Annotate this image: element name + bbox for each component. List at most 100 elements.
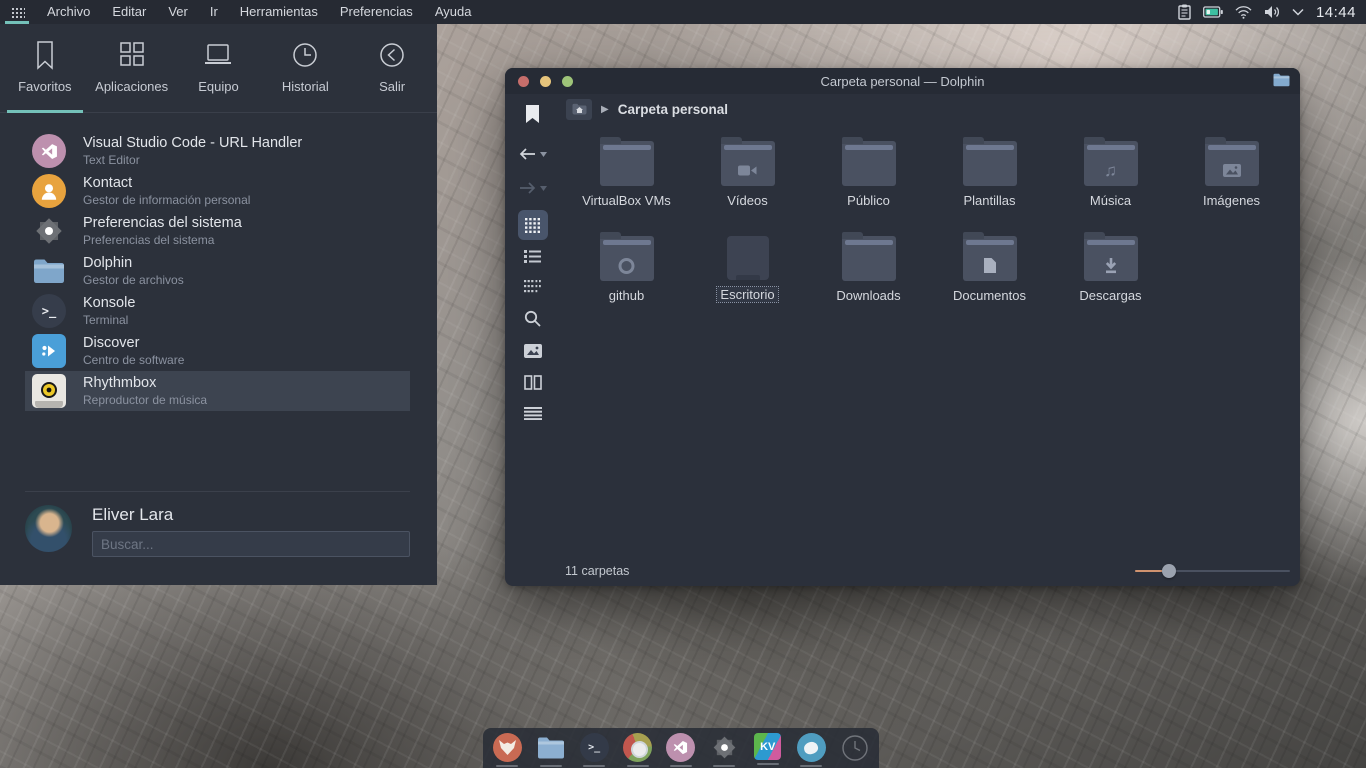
list-item-vscode[interactable]: Visual Studio Code - URL Handler Text Ed…	[25, 131, 410, 171]
menu-herramientas[interactable]: Herramientas	[229, 0, 329, 24]
folder-publico[interactable]: Público	[808, 138, 929, 233]
clock[interactable]: 14:44	[1316, 4, 1356, 21]
zoom-slider[interactable]	[1135, 556, 1290, 586]
app-desc: Preferencias del sistema	[83, 233, 242, 248]
menu-ayuda[interactable]: Ayuda	[424, 0, 483, 24]
app-name: Dolphin	[83, 254, 184, 272]
app-name: Konsole	[83, 294, 135, 312]
list-item-preferencias[interactable]: Preferencias del sistema Preferencias de…	[25, 211, 410, 251]
divider	[25, 491, 410, 492]
bookmark-icon[interactable]	[526, 105, 539, 123]
folder-videos[interactable]: Vídeos	[687, 138, 808, 233]
dock-item-clock[interactable]	[836, 733, 874, 762]
terminal-icon: >_	[580, 733, 609, 762]
app-desc: Gestor de archivos	[83, 273, 184, 288]
back-button[interactable]	[519, 147, 547, 161]
folder-descargas[interactable]: Descargas	[1050, 233, 1171, 328]
user-avatar[interactable]	[25, 505, 72, 552]
icons-view-button[interactable]	[518, 210, 548, 240]
minimize-button[interactable]	[540, 76, 551, 87]
folder-label: VirtualBox VMs	[582, 193, 671, 208]
list-view-button[interactable]	[524, 250, 541, 263]
list-item-dolphin[interactable]: Dolphin Gestor de archivos	[25, 251, 410, 291]
folder-downloads[interactable]: Downloads	[808, 233, 929, 328]
folder-virtualbox[interactable]: VirtualBox VMs	[566, 138, 687, 233]
dock-item-settings[interactable]	[705, 733, 743, 767]
list-item-konsole[interactable]: >_ Konsole Terminal	[25, 291, 410, 331]
settings-icon	[710, 733, 739, 762]
search-icon[interactable]	[524, 310, 541, 327]
dock-item-konsole[interactable]: >_	[575, 733, 613, 767]
dock-label-clipped	[713, 765, 735, 767]
app-name: Kontact	[83, 174, 250, 192]
window-title: Carpeta personal — Dolphin	[505, 74, 1300, 89]
compact-view-button[interactable]	[524, 280, 541, 293]
battery-icon[interactable]	[1203, 6, 1223, 18]
forward-button[interactable]	[519, 181, 547, 195]
terminal-icon: >_	[32, 294, 66, 328]
dock-item-firefox[interactable]	[488, 733, 526, 767]
dock-item-chromium[interactable]	[619, 733, 657, 767]
home-folder-button[interactable]	[566, 99, 592, 120]
launcher-tabs: Favoritos Aplicaciones Equipo Historial …	[0, 24, 437, 113]
clipboard-icon[interactable]	[1178, 4, 1191, 20]
folder-github[interactable]: github	[566, 233, 687, 328]
folder-icon	[842, 236, 896, 281]
preview-icon[interactable]	[524, 344, 542, 358]
dock-label-clipped	[496, 765, 518, 767]
wifi-icon[interactable]	[1235, 6, 1252, 19]
gear-icon	[32, 214, 66, 248]
menu-archivo[interactable]: Archivo	[36, 0, 101, 24]
tab-aplicaciones[interactable]: Aplicaciones	[90, 40, 174, 112]
folder-icon	[600, 141, 654, 186]
bookmark-icon	[32, 40, 58, 70]
chevron-down-icon[interactable]	[1292, 8, 1304, 16]
tab-favoritos[interactable]: Favoritos	[3, 40, 87, 112]
app-launcher-button[interactable]	[0, 0, 36, 24]
vscode-icon	[666, 733, 695, 762]
slider-handle[interactable]	[1162, 564, 1176, 578]
folder-imagenes[interactable]: Imágenes	[1171, 138, 1292, 233]
app-name: Rhythmbox	[83, 374, 207, 392]
list-item-discover[interactable]: Discover Centro de software	[25, 331, 410, 371]
maximize-button[interactable]	[562, 76, 573, 87]
menu-ver[interactable]: Ver	[157, 0, 199, 24]
dock-item-files[interactable]	[532, 733, 570, 767]
menu-preferencias[interactable]: Preferencias	[329, 0, 424, 24]
menu-ir[interactable]: Ir	[199, 0, 229, 24]
list-item-kontact[interactable]: Kontact Gestor de información personal	[25, 171, 410, 211]
window-folder-icon	[1273, 73, 1290, 92]
titlebar[interactable]: Carpeta personal — Dolphin	[505, 68, 1300, 94]
breadcrumb-current[interactable]: Carpeta personal	[618, 102, 728, 117]
dock-item-kvantum[interactable]: KV	[749, 733, 787, 765]
tab-salir[interactable]: Salir	[350, 40, 434, 112]
laptop-icon	[202, 40, 234, 70]
split-view-icon[interactable]	[524, 375, 542, 390]
folder-icon	[963, 141, 1017, 186]
app-desc: Text Editor	[83, 153, 302, 168]
vscode-icon	[32, 134, 66, 168]
system-tray: 14:44	[1178, 4, 1366, 21]
statusbar: 11 carpetas	[505, 556, 1300, 586]
close-button[interactable]	[518, 76, 529, 87]
folder-musica[interactable]: ♫ Música	[1050, 138, 1171, 233]
menu-icon[interactable]	[524, 407, 542, 420]
dock-item-vscode[interactable]	[662, 733, 700, 767]
application-launcher-panel: Favoritos Aplicaciones Equipo Historial …	[0, 24, 437, 585]
folder-plantillas[interactable]: Plantillas	[929, 138, 1050, 233]
folder-icon	[32, 254, 66, 288]
app-desc: Terminal	[83, 313, 135, 328]
folder-label: Escritorio	[717, 287, 777, 302]
folder-escritorio[interactable]: Escritorio	[687, 233, 808, 328]
search-input[interactable]	[92, 531, 410, 557]
volume-icon[interactable]	[1264, 5, 1280, 19]
tab-equipo[interactable]: Equipo	[176, 40, 260, 112]
folder-label: Imágenes	[1203, 193, 1260, 208]
folder-documentos[interactable]: Documentos	[929, 233, 1050, 328]
tab-historial[interactable]: Historial	[263, 40, 347, 112]
list-item-rhythmbox[interactable]: Rhythmbox Reproductor de música	[25, 371, 410, 411]
menu-editar[interactable]: Editar	[101, 0, 157, 24]
folder-label: github	[609, 288, 644, 303]
dock-item-teal-app[interactable]	[792, 733, 830, 767]
folder-icon	[1205, 141, 1259, 186]
